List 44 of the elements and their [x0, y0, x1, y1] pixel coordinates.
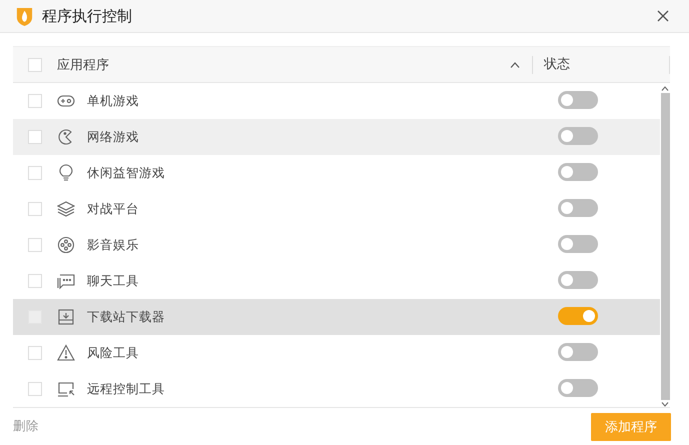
row-checkbox[interactable]: [28, 94, 42, 108]
app-name: 远程控制工具: [87, 380, 166, 398]
row-checkbox[interactable]: [28, 130, 42, 144]
chat-bubble-icon: [57, 272, 75, 290]
warning-icon: [57, 344, 75, 362]
table-row[interactable]: 网络游戏: [13, 119, 660, 155]
scroll-down-icon[interactable]: [661, 402, 669, 407]
app-name: 单机游戏: [87, 92, 140, 110]
app-name: 影音娱乐: [87, 236, 140, 254]
sort-caret-icon[interactable]: [510, 62, 520, 68]
column-header[interactable]: 状态: [544, 56, 570, 72]
window-title: 程序执行控制: [42, 6, 133, 26]
app-name: 对战平台: [87, 200, 140, 218]
toggle-switch[interactable]: [558, 126, 598, 144]
layers-icon: [57, 200, 75, 218]
toggle-switch[interactable]: [558, 198, 598, 216]
app-name: 网络游戏: [87, 128, 140, 146]
row-checkbox[interactable]: [28, 346, 42, 360]
row-checkbox[interactable]: [28, 238, 42, 252]
app-name: 下载站下载器: [87, 308, 166, 326]
select-all-checkbox[interactable]: [28, 58, 42, 72]
shield-flame-icon: [15, 6, 34, 26]
toggle-switch[interactable]: [558, 90, 598, 108]
toggle-switch[interactable]: [558, 306, 598, 324]
toggle-switch[interactable]: [558, 378, 598, 396]
toggle-switch[interactable]: [558, 234, 598, 252]
app-name: 聊天工具: [87, 272, 140, 290]
close-icon[interactable]: [657, 10, 669, 22]
toggle-switch[interactable]: [558, 162, 598, 180]
column-header[interactable]: 应用程序: [57, 56, 510, 74]
toggle-switch[interactable]: [558, 342, 598, 360]
app-name: 休闲益智游戏: [87, 164, 166, 182]
monitor-icon: [57, 380, 75, 398]
scroll-up-icon[interactable]: [661, 86, 669, 91]
row-checkbox[interactable]: [28, 382, 42, 396]
table-row[interactable]: 下载站下载器: [13, 299, 660, 335]
row-checkbox[interactable]: [28, 274, 42, 288]
film-reel-icon: [57, 236, 75, 254]
download-tray-icon: [57, 308, 75, 326]
row-checkbox[interactable]: [28, 202, 42, 216]
lightbulb-icon: [57, 164, 75, 182]
row-checkbox[interactable]: [28, 166, 42, 180]
toggle-switch[interactable]: [558, 270, 598, 288]
app-name: 风险工具: [87, 344, 140, 362]
